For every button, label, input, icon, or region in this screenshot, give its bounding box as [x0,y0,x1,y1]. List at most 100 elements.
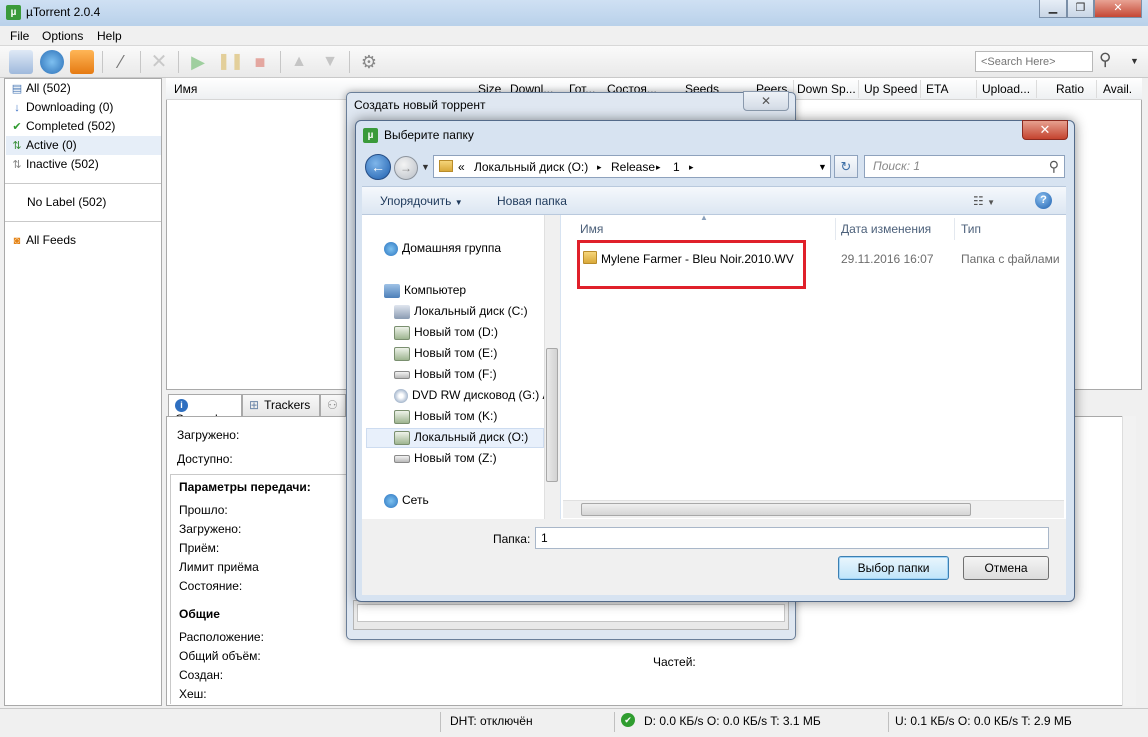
nav-drive-k[interactable]: Новый том (K:) [394,406,497,426]
add-rss-icon[interactable] [70,50,94,74]
sidebar-item-active[interactable]: ⇅ Active (0) [11,136,76,154]
trackers-icon: ⊞ [249,398,260,412]
start-icon[interactable]: ▶ [186,50,210,74]
drive-icon [394,325,410,340]
dht-status: DHT: отключён [450,714,533,728]
create-torrent-title: Создать новый торрент [354,98,486,112]
nav-homegroup[interactable]: Домашняя группа [384,238,501,258]
file-row-date: 29.11.2016 16:07 [841,252,934,266]
breadcrumb-drive-o[interactable]: Локальный диск (O:) [474,160,588,174]
select-folder-button[interactable]: Выбор папки [838,556,949,580]
breadcrumb-sep[interactable]: ▸ [689,162,694,173]
add-url-icon[interactable] [40,50,64,74]
col-name[interactable]: Имя [174,82,197,96]
downloaded2-label: Загружено: [179,522,242,536]
utorrent-logo-icon: µ [363,128,378,143]
nav-drive-o[interactable]: Локальный диск (O:) [394,427,528,447]
col-down-speed[interactable]: Down Sp... [797,82,856,96]
folder-name-input[interactable] [535,527,1049,549]
connection-ok-icon: ✔ [621,713,635,727]
col-ratio[interactable]: Ratio [1056,82,1084,96]
breadcrumb-sep[interactable]: ▸ [656,162,661,173]
minimize-button[interactable]: ▁ [1039,0,1067,18]
folder-search-input[interactable]: Поиск: 1 ⚲ [864,155,1065,178]
col-eta[interactable]: ETA [926,82,948,96]
breadcrumb-release[interactable]: Release [611,160,655,174]
create-torrent-close-button[interactable]: ✕ [743,91,789,111]
refresh-icon[interactable]: ↻ [834,155,858,178]
sidebar-item-downloading[interactable]: ↓ Downloading (0) [11,98,113,116]
col-availability[interactable]: Avail. [1103,82,1132,96]
col-header-name[interactable]: Имя [580,222,603,236]
sidebar-item-all[interactable]: ▤ All (502) [11,79,71,97]
forward-arrow-icon[interactable]: → [394,156,418,180]
address-dropdown-icon[interactable]: ▼ [818,162,827,172]
command-bar: Упорядочить ▼ Новая папка ☷ ▼ [362,186,1066,215]
breadcrumb-overflow[interactable]: « [458,160,465,174]
nav-drive-d[interactable]: Новый том (D:) [394,322,498,342]
file-hscrollbar-thumb[interactable] [581,503,971,516]
available-label: Доступно: [177,452,233,466]
sidebar-item-all-feeds[interactable]: ◙ All Feeds [11,231,76,249]
history-dropdown-icon[interactable]: ▼ [421,162,430,172]
create-torrent-wand-icon[interactable]: ⁄ [109,50,133,74]
maximize-button[interactable]: ❐ [1067,0,1094,18]
updown-arrows-icon: ⇅ [12,140,22,152]
nav-drive-e[interactable]: Новый том (E:) [394,343,497,363]
nav-drive-f[interactable]: Новый том (F:) [394,364,497,384]
col-up-speed[interactable]: Up Speed [864,82,917,96]
sidebar-item-inactive[interactable]: ⇅ Inactive (502) [11,155,98,173]
nav-network[interactable]: Сеть [384,490,429,510]
view-options-icon[interactable]: ☷ ▼ [973,194,995,208]
transfer-params-header: Параметры передачи: [179,480,311,494]
info-icon: i [175,399,188,413]
pause-icon[interactable]: ❚❚ [217,50,244,74]
location-label: Расположение: [179,630,264,644]
nav-drive-c[interactable]: Локальный диск (C:) [394,301,528,321]
move-down-icon[interactable]: ▼ [318,50,342,74]
tab-peers[interactable]: ⚇ [320,394,346,416]
tab-trackers[interactable]: ⊞ Trackers [242,394,320,416]
system-drive-icon [394,304,410,319]
app-title: µTorrent 2.0.4 [26,5,101,19]
menu-options[interactable]: Options [42,29,83,43]
main-search-input[interactable] [975,51,1093,72]
help-icon[interactable]: ? [1035,192,1052,209]
downloaded-label: Загружено: [177,428,240,442]
nav-drive-z[interactable]: Новый том (Z:) [394,448,497,468]
folder-dialog-close-button[interactable]: ✕ [1022,120,1068,140]
drive-icon [394,346,410,361]
col-uploaded[interactable]: Upload... [982,82,1030,96]
remove-icon[interactable]: ✕ [147,50,171,74]
sidebar-item-no-label[interactable]: No Label (502) [27,193,106,211]
details-scrollbar[interactable] [1122,416,1136,706]
back-arrow-icon[interactable]: ← [365,154,391,180]
menu-file[interactable]: File [10,29,29,43]
col-header-type[interactable]: Тип [961,222,981,236]
breadcrumb-1[interactable]: 1 [673,160,680,174]
nav-scrollbar-thumb[interactable] [546,348,558,482]
menu-help[interactable]: Help [97,29,122,43]
address-bar[interactable]: « Локальный диск (O:) ▸ Release ▸ 1 ▸ ▼ [433,155,831,178]
network-icon [384,493,398,508]
sidebar-item-completed[interactable]: ✔ Completed (502) [11,117,115,135]
list-icon: ▤ [11,83,23,95]
search-dropdown-icon[interactable]: ▼ [1130,56,1139,66]
stop-icon[interactable]: ■ [248,50,272,74]
new-folder-button[interactable]: Новая папка [497,194,567,208]
organize-button[interactable]: Упорядочить ▼ [380,194,463,208]
statusbar: DHT: отключён ✔ D: 0.0 КБ/s O: 0.0 КБ/s … [0,708,1148,737]
nav-computer[interactable]: Компьютер [384,280,466,300]
rss-icon: ◙ [13,235,21,247]
close-window-button[interactable]: ✕ [1094,0,1142,18]
tab-general[interactable]: iGeneral [168,394,242,426]
breadcrumb-sep[interactable]: ▸ [597,162,602,173]
settings-gear-icon[interactable]: ⚙ [357,50,381,74]
move-up-icon[interactable]: ▲ [287,50,311,74]
utorrent-logo-icon: µ [6,5,21,20]
add-torrent-icon[interactable] [9,50,33,74]
col-header-date[interactable]: Дата изменения [841,222,931,236]
cancel-button[interactable]: Отмена [963,556,1049,580]
nav-drive-g[interactable]: DVD RW дисковод (G:) A [394,385,551,405]
search-magnifier-icon[interactable]: ⚲ [1099,50,1111,70]
